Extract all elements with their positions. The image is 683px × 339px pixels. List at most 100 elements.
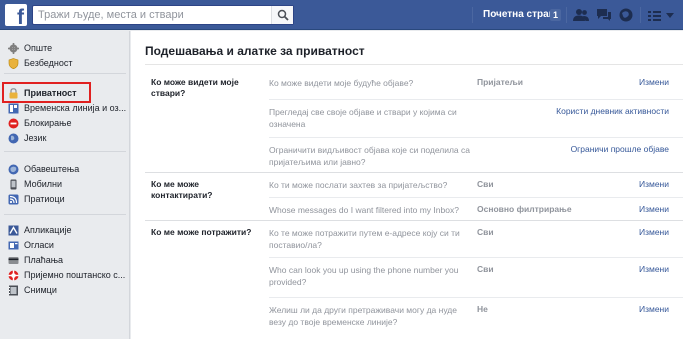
gear-icon bbox=[8, 43, 19, 54]
top-bar: f Почетна страна 1 bbox=[0, 0, 683, 30]
settings-arrow-icon[interactable] bbox=[665, 8, 675, 22]
section-label: Ко ме може контактирати? bbox=[151, 179, 213, 200]
sidebar-item-label: Пријемно поштанско с... bbox=[24, 270, 126, 280]
edit-link[interactable]: Измени bbox=[639, 179, 669, 189]
page-title: Подешавања и алатке за приватност bbox=[145, 44, 365, 58]
notifications-icon[interactable] bbox=[618, 8, 634, 22]
setting-question: Who can look you up using the phone numb… bbox=[269, 265, 459, 287]
setting-question: Прегледај све своје објаве и ствари у ко… bbox=[269, 107, 457, 129]
sidebar-item-label: Временска линија и оз... bbox=[24, 103, 127, 113]
setting-row[interactable]: Ко може видети моје будуће објаве? Прија… bbox=[269, 71, 683, 99]
setting-row[interactable]: Who can look you up using the phone numb… bbox=[269, 258, 683, 297]
setting-value: Не bbox=[477, 304, 488, 314]
ads-icon bbox=[8, 241, 19, 250]
sidebar-item-label: Мобилни bbox=[24, 179, 63, 189]
sidebar-group-apps: Апликације Огласи Плаћања Пријемно пошта… bbox=[0, 223, 130, 298]
setting-row[interactable]: Ко те може потражити путем е-адресе коју… bbox=[269, 221, 683, 257]
timeline-icon bbox=[8, 103, 19, 114]
search-input[interactable] bbox=[33, 6, 273, 24]
friend-requests-icon[interactable] bbox=[573, 8, 589, 22]
setting-row[interactable]: Прегледај све своје објаве и ствари у ко… bbox=[269, 100, 683, 137]
setting-row[interactable]: Ко ти може послати захтев за пријатељств… bbox=[269, 173, 683, 197]
sidebar-item-label: Пратиоци bbox=[24, 194, 65, 204]
sidebar-item-ads[interactable]: Огласи bbox=[0, 238, 130, 253]
setting-question: Ограничити видљивост објава које си поде… bbox=[269, 145, 470, 167]
topbar-divider bbox=[472, 7, 473, 23]
setting-question: Ко може видети моје будуће објаве? bbox=[269, 78, 414, 88]
sidebar-item-apps[interactable]: Апликације bbox=[0, 223, 130, 238]
setting-row[interactable]: Ограничити видљивост објава које си поде… bbox=[269, 138, 683, 172]
sidebar-item-followers[interactable]: Пратиоци bbox=[0, 192, 130, 207]
sidebar-group-general: Опште Безбедност bbox=[0, 41, 130, 71]
sidebar-group-notifications: Обавештења Мобилни Пратиоци bbox=[0, 162, 130, 207]
setting-value: Сви bbox=[477, 264, 494, 274]
globe-icon bbox=[8, 133, 19, 144]
settings-sidebar: Опште Безбедност Приватност Временска ли… bbox=[0, 31, 130, 339]
limit-past-posts-link[interactable]: Ограничи прошле објаве bbox=[571, 144, 669, 154]
topbar-divider bbox=[566, 7, 567, 23]
topbar-divider bbox=[640, 7, 641, 23]
videos-icon bbox=[9, 285, 18, 296]
section-who-can-look-up: Ко ме може потражити? Ко те може потражи… bbox=[145, 221, 683, 339]
messages-icon[interactable] bbox=[596, 8, 612, 22]
rss-icon bbox=[8, 194, 19, 205]
sidebar-item-label: Огласи bbox=[24, 240, 54, 250]
sidebar-item-label: Блокирање bbox=[24, 118, 72, 128]
sidebar-item-language[interactable]: Језик bbox=[0, 131, 130, 146]
sidebar-item-mobile[interactable]: Мобилни bbox=[0, 177, 130, 192]
sidebar-item-label: Снимци bbox=[24, 285, 57, 295]
apps-icon bbox=[8, 225, 19, 236]
search-icon bbox=[277, 9, 289, 21]
payments-icon bbox=[8, 257, 19, 264]
sidebar-divider bbox=[4, 73, 126, 74]
sidebar-item-security[interactable]: Безбедност bbox=[0, 56, 130, 71]
setting-question: Ко ти може послати захтев за пријатељств… bbox=[269, 180, 448, 190]
sidebar-item-blocking[interactable]: Блокирање bbox=[0, 116, 130, 131]
sidebar-item-general[interactable]: Опште bbox=[0, 41, 130, 56]
activity-log-link[interactable]: Користи дневник активности bbox=[556, 106, 669, 116]
setting-row[interactable]: Желиш ли да други претраживачи могу да н… bbox=[269, 298, 683, 339]
search-box bbox=[32, 5, 294, 25]
sidebar-item-payments[interactable]: Плаћања bbox=[0, 253, 130, 268]
notifications-globe-icon bbox=[8, 164, 19, 175]
setting-value: Основно филтрирање bbox=[477, 204, 572, 214]
privacy-shortcuts-icon[interactable] bbox=[647, 8, 663, 22]
privacy-settings-panel: Подешавања и алатке за приватност Ко мож… bbox=[131, 31, 683, 339]
section-who-can-see: Ко може видети моје ствари? Ко може виде… bbox=[145, 71, 683, 172]
sidebar-item-label: Језик bbox=[24, 133, 47, 143]
sidebar-item-label: Апликације bbox=[24, 225, 72, 235]
sidebar-item-label: Плаћања bbox=[24, 255, 64, 265]
sidebar-item-notifications[interactable]: Обавештења bbox=[0, 162, 130, 177]
setting-value: Пријатељи bbox=[477, 77, 523, 87]
section-label: Ко може видети моје ствари? bbox=[151, 77, 239, 98]
support-inbox-icon bbox=[8, 270, 19, 281]
sidebar-divider bbox=[4, 214, 126, 215]
home-count-badge: 1 bbox=[550, 9, 562, 21]
facebook-logo[interactable]: f bbox=[5, 4, 27, 28]
setting-value: Сви bbox=[477, 179, 494, 189]
block-icon bbox=[8, 118, 19, 129]
edit-link[interactable]: Измени bbox=[639, 204, 669, 214]
setting-question: Ко те може потражити путем е-адресе коју… bbox=[269, 228, 460, 250]
setting-question: Whose messages do I want filtered into m… bbox=[269, 205, 459, 215]
edit-link[interactable]: Измени bbox=[639, 227, 669, 237]
setting-row[interactable]: Whose messages do I want filtered into m… bbox=[269, 198, 683, 220]
home-link[interactable]: Почетна страна bbox=[483, 9, 560, 20]
title-divider bbox=[145, 64, 683, 65]
privacy-highlight-box bbox=[2, 82, 91, 103]
edit-link[interactable]: Измени bbox=[639, 304, 669, 314]
setting-value: Сви bbox=[477, 227, 494, 237]
edit-link[interactable]: Измени bbox=[639, 77, 669, 87]
sidebar-item-support-inbox[interactable]: Пријемно поштанско с... bbox=[0, 268, 130, 283]
search-button[interactable] bbox=[271, 6, 293, 24]
sidebar-item-videos[interactable]: Снимци bbox=[0, 283, 130, 298]
sidebar-item-label: Опште bbox=[24, 43, 53, 53]
edit-link[interactable]: Измени bbox=[639, 264, 669, 274]
sidebar-item-label: Обавештења bbox=[24, 164, 80, 174]
shield-icon bbox=[8, 58, 19, 69]
mobile-icon bbox=[10, 179, 17, 190]
section-label: Ко ме може потражити? bbox=[151, 227, 252, 237]
sidebar-item-timeline[interactable]: Временска линија и оз... bbox=[0, 101, 130, 116]
sidebar-divider bbox=[4, 151, 126, 152]
setting-question: Желиш ли да други претраживачи могу да н… bbox=[269, 305, 457, 327]
